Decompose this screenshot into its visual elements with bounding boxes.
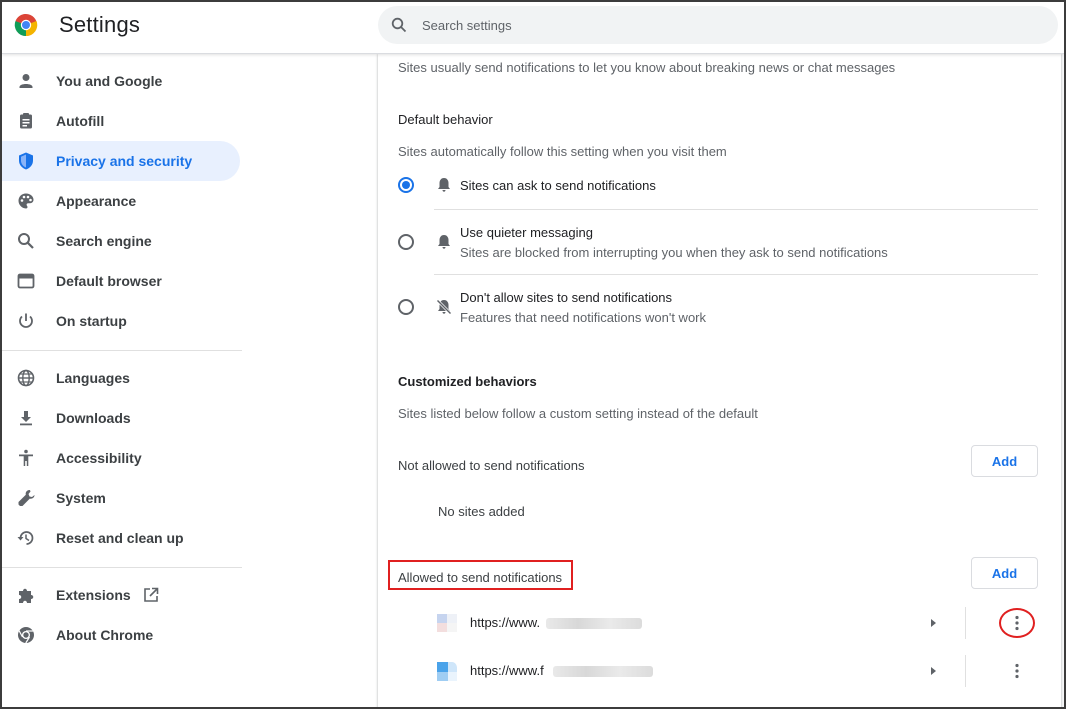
top-bar: Settings (2, 2, 1064, 54)
customized-behaviors-description: Sites listed below follow a custom setti… (398, 406, 758, 421)
add-allowed-site-button[interactable]: Add (971, 557, 1038, 589)
bell-icon (438, 178, 450, 192)
sidebar-divider (2, 350, 242, 351)
puzzle-icon (19, 588, 34, 603)
sidebar-item-label: Languages (56, 370, 130, 386)
sidebar-item-default-browser[interactable]: Default browser (2, 261, 240, 301)
sidebar-item-label: Extensions (56, 587, 131, 603)
search-bar[interactable] (378, 6, 1058, 44)
bell-off-icon (436, 299, 452, 315)
open-in-new-icon[interactable] (142, 586, 160, 604)
sidebar-item-label: Reset and clean up (56, 530, 184, 546)
site-url: https://www.f (470, 663, 544, 678)
redacted-url-mask (546, 618, 642, 629)
highlight-annotation (999, 608, 1035, 638)
row-separator (965, 607, 966, 639)
sidebar-item-appearance[interactable]: Appearance (2, 181, 240, 221)
sidebar-item-label: On startup (56, 313, 127, 329)
sidebar-item-search-engine[interactable]: Search engine (2, 221, 240, 261)
redacted-url-mask (553, 666, 653, 677)
radio-quieter-messaging[interactable] (398, 234, 414, 250)
sidebar-item-languages[interactable]: Languages (2, 358, 240, 398)
sidebar-item-label: Search engine (56, 233, 152, 249)
site-url: https://www. (470, 615, 541, 630)
notifications-settings-card: Sites usually send notifications to let … (378, 54, 1061, 707)
sidebar-item-label: System (56, 490, 106, 506)
row-separator (965, 655, 966, 687)
sidebar-item-label: Privacy and security (56, 153, 193, 169)
globe-icon (17, 369, 35, 387)
option-sublabel: Sites are blocked from interrupting you … (460, 245, 888, 260)
site-favicon-icon (437, 614, 457, 632)
sidebar-item-you-and-google[interactable]: You and Google (2, 61, 240, 101)
accessibility-icon (19, 449, 33, 466)
sidebar-divider (2, 567, 242, 568)
search-input[interactable] (422, 6, 1042, 44)
bell-icon (438, 235, 450, 249)
sidebar-item-label: Appearance (56, 193, 137, 209)
sidebar-item-system[interactable]: System (2, 478, 240, 518)
expand-arrow-icon[interactable] (928, 666, 938, 676)
palette-icon (18, 193, 34, 209)
sidebar-item-extensions[interactable]: Extensions (2, 575, 240, 615)
search-icon (391, 17, 407, 33)
restore-icon (17, 531, 34, 545)
sidebar-item-privacy-and-security[interactable]: Privacy and security (2, 141, 240, 181)
sidebar-item-accessibility[interactable]: Accessibility (2, 438, 240, 478)
option-label: Use quieter messaging (460, 225, 593, 240)
radio-dont-allow[interactable] (398, 299, 414, 315)
person-icon (19, 74, 33, 88)
default-behavior-heading: Default behavior (398, 112, 493, 127)
option-divider (434, 274, 1038, 275)
more-actions-icon[interactable] (1007, 661, 1027, 681)
search-icon (18, 233, 34, 249)
sidebar-item-label: Default browser (56, 273, 162, 289)
option-divider (434, 209, 1038, 210)
sidebar-item-label: Accessibility (56, 450, 142, 466)
sidebar: You and Google Autofill Privacy and secu… (2, 54, 378, 707)
sidebar-item-downloads[interactable]: Downloads (2, 398, 240, 438)
shield-icon (19, 152, 33, 170)
intro-text: Sites usually send notifications to let … (398, 60, 896, 75)
option-sublabel: Features that need notifications won't w… (460, 310, 707, 325)
sidebar-item-on-startup[interactable]: On startup (2, 301, 240, 341)
clipboard-icon (20, 113, 32, 129)
sidebar-item-about-chrome[interactable]: About Chrome (2, 615, 240, 655)
expand-arrow-icon[interactable] (928, 618, 938, 628)
default-behavior-description: Sites automatically follow this setting … (398, 144, 727, 159)
option-label: Sites can ask to send notifications (460, 178, 656, 193)
chrome-logo-icon (14, 13, 38, 37)
page-title: Settings (59, 12, 141, 37)
sidebar-item-reset-and-clean-up[interactable]: Reset and clean up (2, 518, 240, 558)
site-favicon-icon (437, 662, 457, 681)
settings-window: Settings You and Google (0, 0, 1066, 709)
wrench-icon (18, 490, 35, 506)
no-sites-text: No sites added (438, 504, 525, 519)
not-allowed-label: Not allowed to send notifications (398, 458, 585, 473)
sidebar-item-label: About Chrome (56, 627, 154, 643)
power-icon (19, 313, 33, 328)
radio-sites-can-ask[interactable] (398, 177, 414, 193)
chrome-icon (18, 627, 34, 644)
download-icon (20, 411, 32, 426)
allowed-label: Allowed to send notifications (398, 570, 563, 585)
sidebar-item-autofill[interactable]: Autofill (2, 101, 240, 141)
browser-window-icon (17, 273, 35, 289)
sidebar-item-label: Downloads (56, 410, 131, 426)
sidebar-item-label: You and Google (56, 73, 163, 89)
add-blocked-site-button[interactable]: Add (971, 445, 1038, 477)
sidebar-item-label: Autofill (56, 113, 105, 129)
customized-behaviors-heading: Customized behaviors (398, 374, 537, 389)
option-label: Don't allow sites to send notifications (460, 290, 673, 305)
